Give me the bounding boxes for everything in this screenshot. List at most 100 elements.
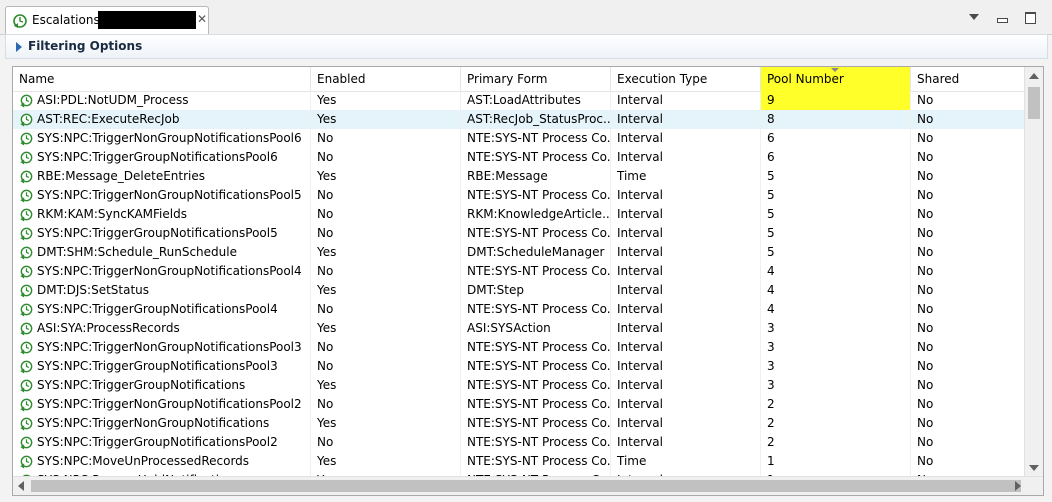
cell-enabled: Yes [311,243,461,262]
column-header-primary-form[interactable]: Primary Form [461,67,611,91]
table-row[interactable]: SYS:NPC:TriggerNonGroupNotificationsPool… [13,262,1025,281]
cell-enabled: Yes [311,414,461,433]
cell-execution-type: Interval [611,357,761,376]
table-row[interactable]: SYS:NPC:TriggerGroupNotificationsPool5 No… [13,224,1025,243]
cell-enabled: No [311,357,461,376]
filtering-options-section[interactable]: Filtering Options [5,34,1048,59]
cell-execution-type: Interval [611,395,761,414]
cell-execution-type: Time [611,452,761,471]
cell-shared: No [911,414,1025,433]
cell-shared: No [911,433,1025,452]
cell-pool-number: 5 [761,167,911,186]
column-header-execution-type[interactable]: Execution Type [611,67,761,91]
redacted-label [98,11,196,29]
cell-enabled: Yes [311,319,461,338]
cell-shared: No [911,243,1025,262]
cell-pool-number: 4 [761,300,911,319]
cell-pool-number: 3 [761,376,911,395]
cell-pool-number: 1 [761,452,911,471]
cell-pool-number: 2 [761,395,911,414]
cell-pool-number: 4 [761,281,911,300]
cell-primary-form: NTE:SYS-NT Process Co... [461,224,611,243]
cell-execution-type: Interval [611,433,761,452]
cell-name: SYS:NPC:TriggerNonGroupNotificationsPool… [13,129,311,148]
scroll-right-icon[interactable] [1015,481,1021,491]
cell-primary-form: NTE:SYS-NT Process Co... [461,433,611,452]
cell-enabled: Yes [311,281,461,300]
cell-primary-form: AST:RecJob_StatusProc... [461,110,611,129]
cell-primary-form: NTE:SYS-NT Process Co... [461,148,611,167]
cell-enabled: No [311,300,461,319]
minimize-icon[interactable] [994,10,1010,24]
tab-title: Escalations [32,13,100,27]
tab-escalations[interactable]: Escalations ✕ [5,6,209,34]
cell-shared: No [911,148,1025,167]
table-row[interactable]: SYS:NPC:TriggerGroupNotificationsPool6 No… [13,148,1025,167]
table-row[interactable]: SYS:NPC:MoveUnProcessedRecords Yes NTE:SYS… [13,452,1025,471]
scroll-up-icon[interactable] [1029,73,1039,79]
cell-primary-form: NTE:SYS-NT Process Co... [461,186,611,205]
table-row[interactable]: DMT:DJS:SetStatus Yes DMT:Step Interval 4 No [13,281,1025,300]
cell-name: RKM:KAM:SyncKAMFields [13,205,311,224]
horizontal-scrollbar[interactable] [13,476,1043,495]
view-menu-icon[interactable] [966,10,982,24]
column-header-pool-number[interactable]: Pool Number [761,67,911,91]
cell-enabled: No [311,338,461,357]
cell-primary-form: NTE:SYS-NT Process Co... [461,300,611,319]
table-row[interactable]: ASI:PDL:NotUDM_Process Yes AST:LoadAttribu… [13,91,1025,110]
cell-primary-form: AST:LoadAttributes [461,91,611,110]
cell-enabled: Yes [311,167,461,186]
maximize-icon[interactable] [1022,10,1038,24]
cell-primary-form: NTE:SYS-NT Process Co... [461,376,611,395]
cell-primary-form: NTE:SYS-NT Process Co... [461,357,611,376]
column-header-name[interactable]: Name [13,67,311,91]
cell-name: SYS:NPC:TriggerNonGroupNotificationsPool… [13,186,311,205]
cell-pool-number: 5 [761,186,911,205]
scroll-left-icon[interactable] [18,481,24,491]
vertical-scrollbar[interactable] [1024,67,1043,477]
cell-execution-type: Interval [611,148,761,167]
cell-enabled: Yes [311,452,461,471]
table-row[interactable]: RBE:Message_DeleteEntries Yes RBE:Message T… [13,167,1025,186]
cell-enabled: Yes [311,91,461,110]
close-icon[interactable]: ✕ [197,12,207,26]
cell-execution-type: Interval [611,110,761,129]
column-header-enabled[interactable]: Enabled [311,67,461,91]
cell-enabled: No [311,129,461,148]
cell-name: AST:REC:ExecuteRecJob [13,110,311,129]
table-row[interactable]: SYS:NPC:TriggerNonGroupNotifications Yes N… [13,414,1025,433]
scroll-down-icon[interactable] [1029,465,1039,471]
cell-shared: No [911,300,1025,319]
table-row[interactable]: SYS:NPC:TriggerNonGroupNotificationsPool… [13,338,1025,357]
cell-shared: No [911,452,1025,471]
cell-shared: No [911,338,1025,357]
cell-pool-number: 5 [761,205,911,224]
cell-primary-form: NTE:SYS-NT Process Co... [461,129,611,148]
cell-primary-form: ASI:SYSAction [461,319,611,338]
cell-pool-number: 9 [761,91,911,110]
table-row[interactable]: ASI:SYA:ProcessRecords Yes ASI:SYSAction In… [13,319,1025,338]
vertical-scroll-thumb[interactable] [1028,87,1040,119]
cell-name: SYS:NPC:TriggerNonGroupNotificationsPool… [13,262,311,281]
table-row[interactable]: SYS:NPC:TriggerGroupNotifications Yes NTE:… [13,376,1025,395]
cell-execution-type: Interval [611,243,761,262]
cell-enabled: Yes [311,376,461,395]
table-row[interactable]: SYS:NPC:TriggerNonGroupNotificationsPool… [13,186,1025,205]
table-row[interactable]: SYS:NPC:TriggerNonGroupNotificationsPool… [13,395,1025,414]
cell-pool-number: 5 [761,243,911,262]
table-row[interactable]: RKM:KAM:SyncKAMFields No RKM:KnowledgeArti… [13,205,1025,224]
table-row[interactable]: SYS:NPC:TriggerNonGroupNotificationsPool… [13,129,1025,148]
table-row[interactable]: SYS:NPC:TriggerGroupNotificationsPool2 No… [13,433,1025,452]
cell-name: SYS:NPC:TriggerNonGroupNotifications [13,414,311,433]
column-header-shared[interactable]: Shared [911,67,1025,91]
table-row[interactable]: DMT:SHM:Schedule_RunSchedule Yes DMT:Sched… [13,243,1025,262]
cell-name: SYS:NPC:TriggerGroupNotificationsPool4 [13,300,311,319]
horizontal-scroll-thumb[interactable] [31,480,1021,492]
table-row[interactable]: SYS:NPC:TriggerGroupNotificationsPool4 No… [13,300,1025,319]
table-row[interactable]: SYS:NPC:TriggerGroupNotificationsPool3 No… [13,357,1025,376]
cell-enabled: No [311,148,461,167]
cell-pool-number: 6 [761,129,911,148]
table-row[interactable]: AST:REC:ExecuteRecJob Yes AST:RecJob_Statu… [13,110,1025,129]
expand-arrow-icon[interactable] [16,42,22,52]
sort-indicator-icon [831,68,839,72]
